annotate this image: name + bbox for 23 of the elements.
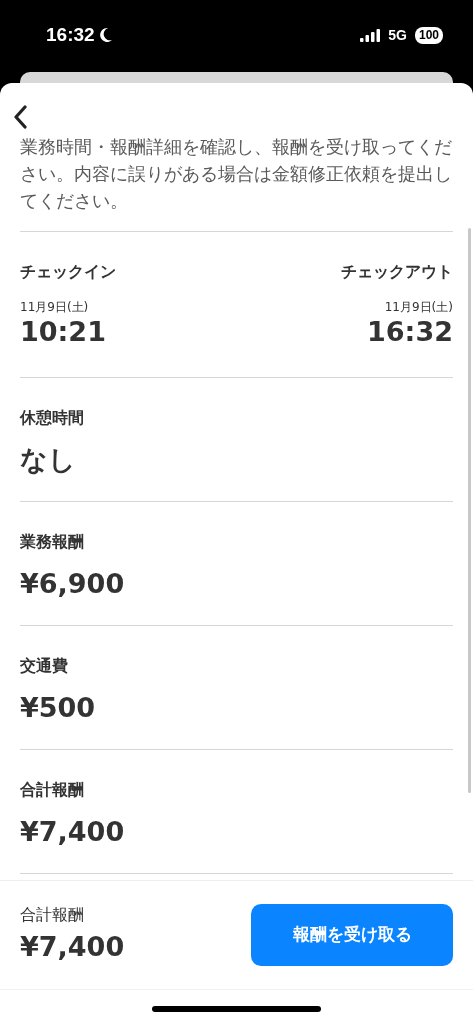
clock-time: 16:32: [46, 22, 95, 47]
total-value: ¥7,400: [20, 929, 125, 964]
item-value: ¥7,400: [20, 816, 126, 848]
check-in-label: チェックイン: [20, 261, 116, 283]
battery-level: 100: [414, 26, 443, 44]
date-text: 11月9日(土): [20, 299, 90, 316]
item-value: なし: [20, 444, 77, 476]
network-label: 5G: [388, 25, 407, 45]
description-text: 業務時間・報酬詳細を確認し、報酬を受け取ってください。内容に誤りがある場合は金額修正依頼を提出してください。: [20, 134, 453, 232]
item-value: ¥500: [20, 692, 97, 724]
item-label: 交通費: [20, 655, 69, 677]
total-label: 合計報酬: [20, 903, 85, 926]
item-value: ¥6,900: [20, 568, 126, 600]
moon-icon: [98, 27, 113, 43]
receive-button[interactable]: 報酬を受け取る: [251, 904, 453, 966]
date-text: 11月9日(土): [383, 299, 453, 316]
time-text: 10:21: [20, 316, 107, 348]
item-label: 合計報酬: [20, 779, 85, 801]
signal-icon: [360, 28, 381, 42]
check-out-label: チェックアウト: [341, 261, 453, 283]
item-label: 休憩時間: [20, 407, 85, 429]
time-text: 16:32: [366, 316, 453, 348]
item-label: 業務報酬: [20, 531, 85, 553]
